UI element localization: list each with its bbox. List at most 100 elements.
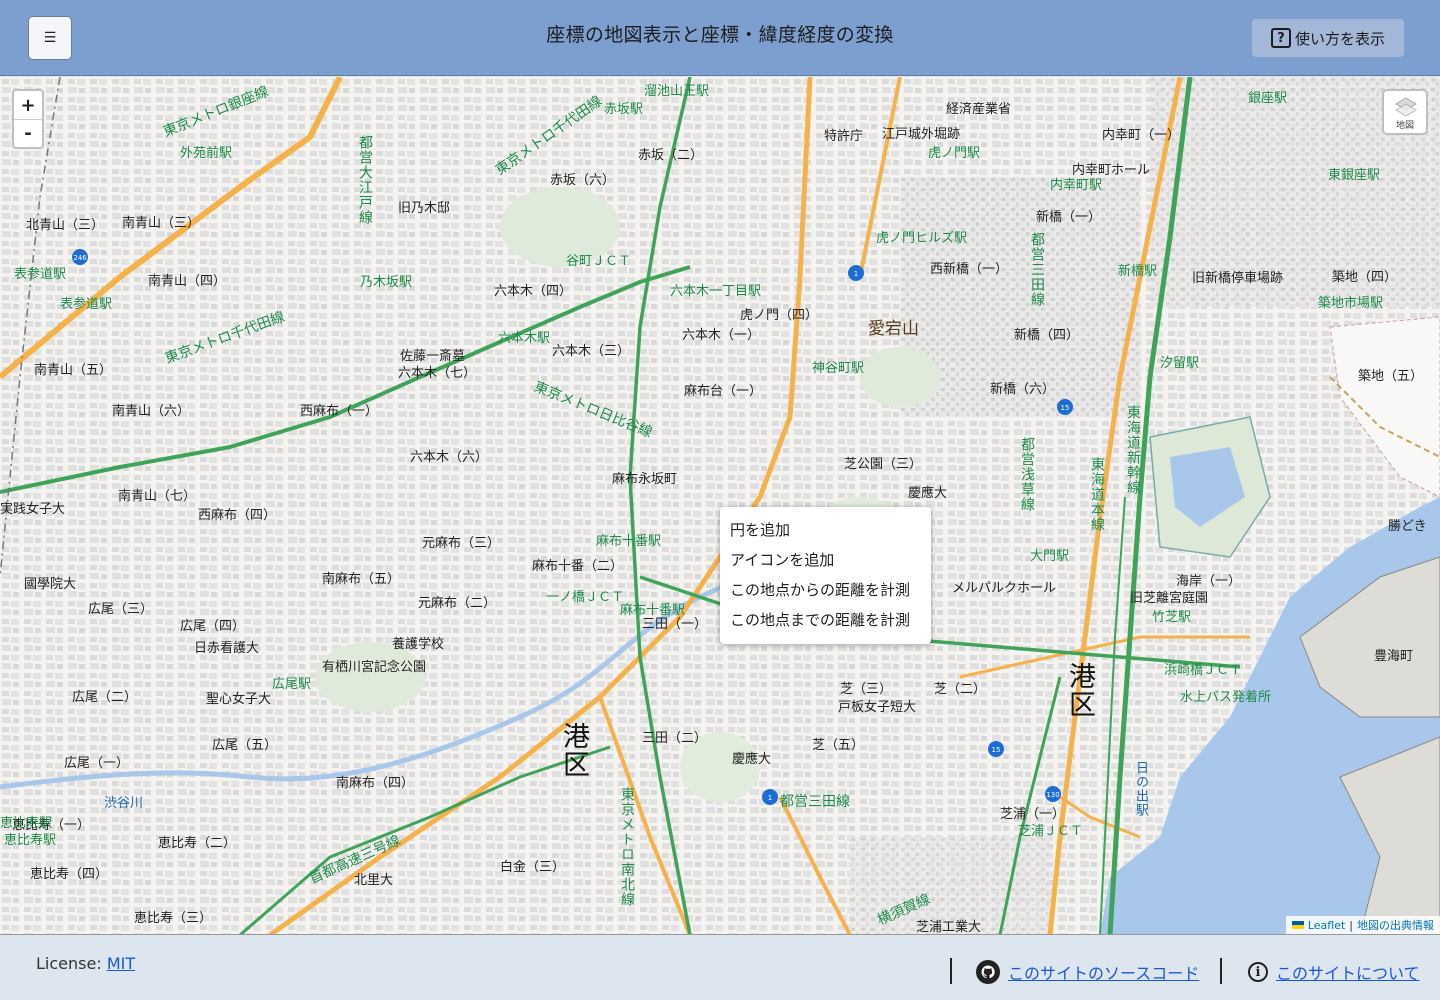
layers-label: 地図: [1395, 121, 1414, 131]
layers-button[interactable]: 地図: [1382, 89, 1428, 135]
place-label: 恵比寿（二）: [158, 836, 237, 851]
place-label: 北里大: [354, 873, 394, 888]
place-label: 南青山（五）: [34, 363, 113, 378]
source-code-link[interactable]: このサイトのソースコード: [1008, 960, 1199, 984]
route-number: 1: [768, 794, 772, 802]
place-label: 慶應大: [908, 486, 948, 501]
place-label: 赤坂（六）: [550, 173, 616, 188]
station-label: 築地市場駅: [1318, 296, 1384, 311]
place-label: 広尾（五）: [212, 738, 278, 753]
place-label: 有栖川宮記念公園: [322, 660, 427, 675]
map-view[interactable]: 246 1 15 15 130 1 港区 港区 愛宕山 六本木（四） 六本木（三） 六本木…: [0, 77, 1440, 935]
map-base-tiles: 246 1 15 15 130 1: [0, 77, 1440, 934]
hill-label: 愛宕山: [868, 319, 919, 339]
place-label: メルパルクホール: [952, 581, 1057, 596]
station-label: 神谷町駅: [812, 361, 865, 376]
station-label: 乃木坂駅: [360, 275, 413, 290]
water-label: 渋谷川: [104, 796, 144, 811]
place-label: 六本木（七）: [398, 366, 477, 381]
place-label: 元麻布（二）: [418, 596, 497, 611]
question-icon: ?: [1270, 28, 1291, 48]
place-label: 内幸町ホール: [1072, 163, 1151, 178]
github-icon: [976, 960, 1000, 984]
place-label: 芝浦（一）: [1000, 807, 1066, 822]
show-help-label: 使い方を表示: [1294, 29, 1385, 48]
place-label: 南青山（三）: [122, 216, 201, 231]
place-label: 新橋（四）: [1014, 328, 1080, 343]
place-label: 芝（二）: [934, 682, 987, 697]
place-label: 虎ノ門（四）: [740, 308, 819, 323]
station-label: 表参道駅: [14, 267, 67, 282]
jct-label: 一ノ橋ＪＣＴ: [546, 590, 625, 605]
menu-measure-from[interactable]: この地点からの距離を計測: [720, 575, 931, 605]
route-number: 15: [992, 746, 1001, 754]
place-label: 南青山（七）: [118, 489, 197, 504]
menu-measure-to[interactable]: この地点までの距離を計測: [720, 605, 931, 635]
place-label: 南麻布（四）: [336, 776, 415, 791]
place-label: 國學院大: [24, 577, 77, 592]
place-label: 特許庁: [824, 129, 864, 144]
station-label: 大門駅: [1030, 549, 1070, 564]
station-label: 虎ノ門駅: [928, 146, 981, 161]
station-label: 六本木駅: [498, 331, 551, 346]
place-label: 六本木（四）: [494, 284, 573, 299]
place-label: 南青山（六）: [112, 404, 191, 419]
place-label: 聖心女子大: [206, 692, 272, 707]
station-label: 赤坂駅: [604, 102, 644, 117]
place-label: 西麻布（一）: [300, 404, 379, 419]
footer-divider: [950, 958, 952, 984]
map-source-link[interactable]: 地図の出典情報: [1357, 917, 1434, 933]
place-label: 六本木（三）: [552, 344, 631, 359]
route-number: 246: [73, 254, 87, 262]
place-label: 芝公園（三）: [844, 457, 923, 472]
place-label: 築地（五）: [1358, 369, 1424, 384]
place-label: 六本木（一）: [682, 328, 761, 343]
leaflet-link[interactable]: Leaflet: [1308, 919, 1345, 932]
line-label: 都営浅草線: [1019, 437, 1035, 512]
menu-add-icon[interactable]: アイコンを追加: [720, 545, 931, 575]
about-link[interactable]: このサイトについて: [1276, 960, 1420, 984]
page-title: 座標の地図表示と座標・緯度経度の変換: [546, 24, 894, 46]
station-label: 汐留駅: [1160, 356, 1200, 371]
station-label: 恵比寿駅: [4, 833, 57, 848]
place-label: 新橋（六）: [990, 382, 1056, 397]
place-label: 南麻布（五）: [322, 572, 401, 587]
place-label: 麻布十番（二）: [532, 559, 624, 574]
place-label: 南青山（四）: [148, 274, 227, 289]
place-label: 西麻布（四）: [198, 508, 277, 523]
place-label: 広尾（四）: [180, 619, 246, 634]
app-footer: License: MIT このサイトのソースコード i このサイトについて: [0, 944, 1440, 1000]
line-label: 東京メトロ南北線: [619, 787, 635, 907]
place-label: 実践女子大: [0, 502, 66, 517]
line-label: 都営大江戸線: [357, 135, 373, 225]
station-label: 内幸町駅: [1050, 178, 1103, 193]
place-label: 旧乃木邸: [398, 201, 451, 216]
license-link[interactable]: MIT: [107, 954, 135, 973]
line-label: 都営三田線: [780, 794, 850, 810]
station-label: 麻布十番駅: [620, 603, 686, 618]
ukraine-flag-icon: [1291, 921, 1304, 929]
about-item: i このサイトについて: [1248, 960, 1420, 984]
place-label: 水上バス発着所: [1180, 690, 1272, 705]
info-icon: i: [1248, 962, 1268, 982]
menu-add-circle[interactable]: 円を追加: [720, 515, 931, 545]
layers-icon: [1395, 97, 1417, 117]
route-number: 1: [854, 270, 858, 278]
place-label: 西新橋（一）: [930, 262, 1009, 277]
place-label: 広尾（三）: [88, 602, 154, 617]
zoom-in-button[interactable]: +: [14, 91, 42, 119]
place-label: 広尾（二）: [72, 690, 138, 705]
place-label: 旧芝離宮庭園: [1130, 591, 1209, 606]
attribution-separator: |: [1349, 918, 1353, 932]
line-label: 都営三田線: [1029, 232, 1045, 307]
jct-label: 芝浦ＪＣＴ: [1018, 824, 1084, 839]
show-help-button[interactable]: ? 使い方を表示: [1252, 19, 1404, 57]
station-label: 虎ノ門ヒルズ駅: [876, 231, 968, 246]
station-label: 東銀座駅: [1328, 168, 1381, 183]
zoom-out-button[interactable]: -: [14, 119, 42, 147]
ward-label: 港区: [558, 722, 589, 778]
place-label: 築地（四）: [1332, 270, 1398, 285]
station-label: 表参道駅: [60, 297, 113, 312]
place-label: 赤坂（二）: [638, 148, 704, 163]
line-label: 東海道新幹線: [1125, 405, 1141, 495]
